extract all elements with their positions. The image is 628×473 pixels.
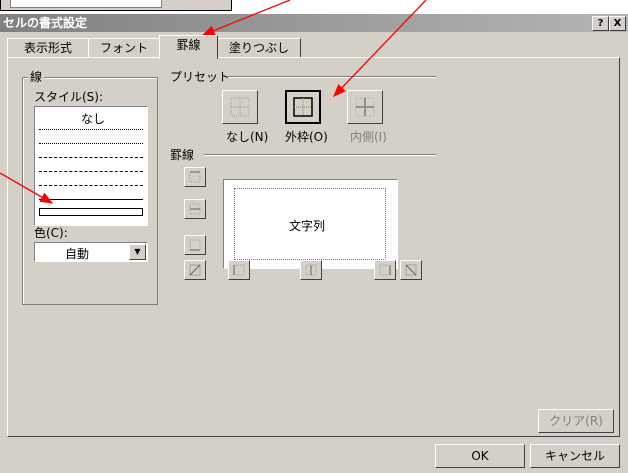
arrow-to-outline-preset — [333, 0, 427, 97]
arrow-to-border-tab — [201, 0, 291, 36]
tab-border[interactable]: 罫線 — [159, 35, 218, 59]
arrow-to-line-style — [0, 172, 54, 204]
annotation-arrows — [0, 0, 427, 204]
